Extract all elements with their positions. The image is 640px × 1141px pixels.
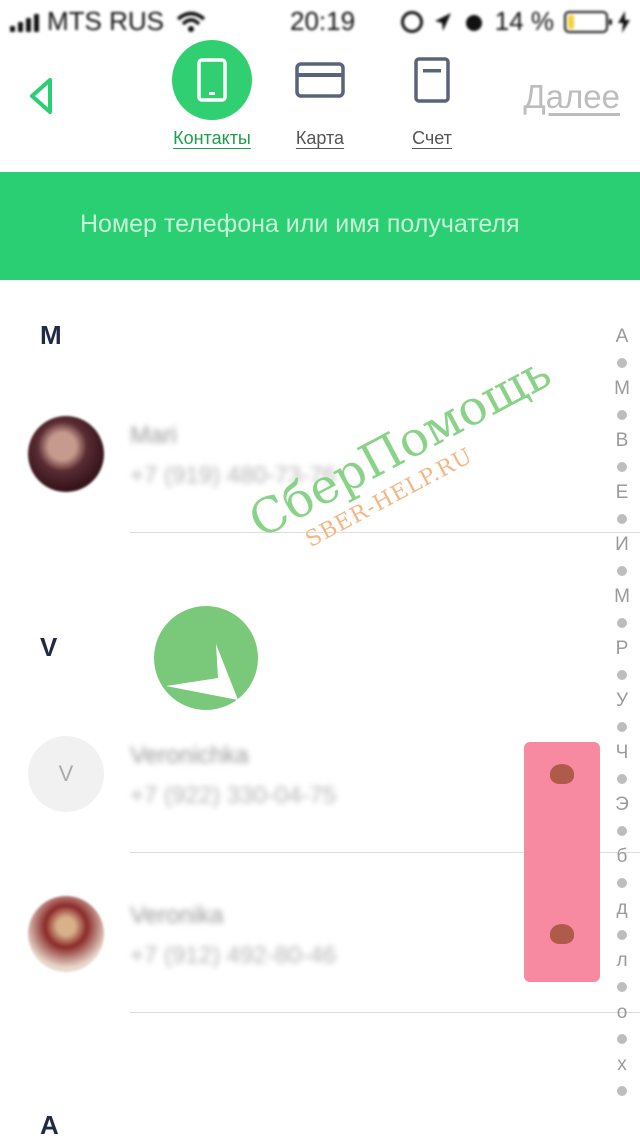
alpha-letter[interactable]: Ч bbox=[610, 740, 634, 766]
carrier-name: MTS RUS bbox=[47, 6, 164, 36]
alpha-dot bbox=[610, 662, 634, 688]
signal-icon bbox=[10, 12, 39, 32]
tab-card-icon-wrap bbox=[280, 40, 360, 120]
sber-watermark-logo-icon bbox=[154, 606, 258, 710]
alpha-letter[interactable]: х bbox=[610, 1052, 634, 1078]
divider bbox=[130, 1012, 640, 1013]
tab-contacts-icon-circle bbox=[172, 40, 252, 120]
alpha-letter[interactable]: б bbox=[610, 844, 634, 870]
tab-account-icon-wrap bbox=[392, 40, 472, 120]
search-bar[interactable]: Номер телефона или имя получателя bbox=[0, 172, 640, 280]
alpha-dot bbox=[610, 1078, 634, 1104]
alpha-letter[interactable]: У bbox=[610, 688, 634, 714]
alpha-letter[interactable]: Р bbox=[610, 636, 634, 662]
contact-name: Veronichka bbox=[130, 742, 249, 769]
tab-account[interactable]: Счет bbox=[372, 40, 492, 149]
battery-percent: 14 % bbox=[494, 6, 554, 36]
divider bbox=[130, 532, 640, 533]
alphabet-index[interactable]: А М В Е И М Р У Ч Э б д л о х bbox=[610, 324, 634, 1104]
alpha-dot bbox=[610, 818, 634, 844]
tab-card-label: Карта bbox=[295, 128, 345, 148]
alpha-dot bbox=[610, 714, 634, 740]
card-icon bbox=[295, 62, 345, 98]
alpha-dot bbox=[610, 610, 634, 636]
alpha-letter[interactable]: л bbox=[610, 948, 634, 974]
alarm-icon bbox=[465, 14, 482, 31]
alpha-letter[interactable]: Э bbox=[610, 792, 634, 818]
tab-contacts-label: Контакты bbox=[173, 128, 251, 148]
charging-icon bbox=[618, 10, 630, 33]
alpha-letter[interactable]: В bbox=[610, 428, 634, 454]
avatar bbox=[28, 416, 104, 492]
status-left: MTS RUS bbox=[10, 6, 206, 37]
avatar-initial: V bbox=[28, 736, 104, 812]
alpha-letter[interactable]: М bbox=[610, 584, 634, 610]
alpha-letter[interactable]: А bbox=[610, 324, 634, 350]
section-header-v: V bbox=[40, 632, 58, 662]
status-right: 14 % bbox=[400, 6, 630, 37]
alpha-dot bbox=[610, 402, 634, 428]
sber-client-badges bbox=[524, 742, 600, 982]
location-icon bbox=[434, 12, 451, 31]
sber-logo-icon bbox=[550, 764, 574, 784]
alpha-dot bbox=[610, 974, 634, 1000]
next-button[interactable]: Далее bbox=[523, 78, 620, 116]
contact-phone: +7 (912) 492-80-46 bbox=[130, 942, 337, 969]
lock-rotation-icon bbox=[400, 10, 423, 33]
sber-logo-icon bbox=[550, 924, 574, 944]
alpha-dot bbox=[610, 870, 634, 896]
tab-contacts[interactable]: Контакты bbox=[152, 40, 272, 149]
back-arrow-icon bbox=[30, 78, 52, 114]
alpha-letter[interactable]: д bbox=[610, 896, 634, 922]
contact-name: Mari bbox=[130, 422, 177, 449]
alpha-dot bbox=[610, 922, 634, 948]
back-button[interactable] bbox=[22, 74, 62, 118]
alpha-letter[interactable]: М bbox=[610, 376, 634, 402]
alpha-dot bbox=[610, 350, 634, 376]
document-icon bbox=[414, 57, 450, 103]
status-bar: MTS RUS 20:19 14 % bbox=[0, 0, 640, 40]
section-header-m: M bbox=[40, 320, 62, 350]
section-header-a: A bbox=[40, 1110, 59, 1140]
alpha-letter[interactable]: о bbox=[610, 1000, 634, 1026]
alpha-dot bbox=[610, 1026, 634, 1052]
alpha-dot bbox=[610, 766, 634, 792]
battery-icon bbox=[564, 10, 612, 33]
avatar bbox=[28, 896, 104, 972]
search-placeholder: Номер телефона или имя получателя bbox=[80, 210, 520, 238]
status-time: 20:19 bbox=[290, 6, 356, 36]
phone-icon bbox=[197, 58, 227, 102]
alpha-letter[interactable]: И bbox=[610, 532, 634, 558]
alpha-dot bbox=[610, 454, 634, 480]
alpha-dot bbox=[610, 558, 634, 584]
contact-name: Veronika bbox=[130, 902, 224, 929]
alpha-letter[interactable]: Е bbox=[610, 480, 634, 506]
wifi-icon bbox=[176, 11, 206, 32]
tab-account-label: Счет bbox=[412, 128, 452, 148]
tab-card[interactable]: Карта bbox=[260, 40, 380, 149]
contact-phone: +7 (922) 330-04-75 bbox=[130, 782, 337, 809]
alpha-dot bbox=[610, 506, 634, 532]
